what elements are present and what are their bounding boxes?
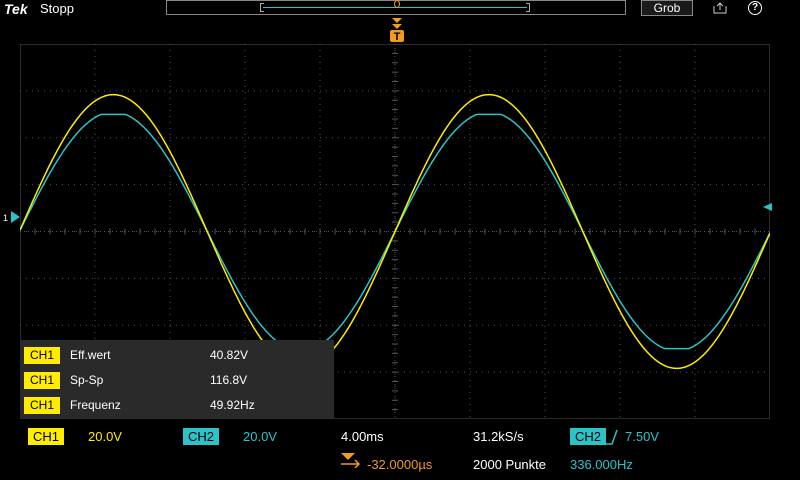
trigger-position[interactable]: -32.0000µs: [367, 456, 432, 473]
measurement-row[interactable]: CH1 Sp-Sp 116.8V: [20, 367, 334, 391]
measurement-value: 40.82V: [210, 348, 249, 362]
record-overview-bar[interactable]: [166, 0, 626, 15]
measurement-value: 116.8V: [210, 373, 248, 387]
ch2-scale[interactable]: 20.0V: [243, 428, 277, 445]
measurement-row[interactable]: CH1 Frequenz 49.92Hz: [20, 392, 334, 416]
acquisition-status[interactable]: Stopp: [40, 1, 74, 16]
trigger-frequency: 336.000Hz: [570, 457, 633, 472]
record-window-right-bracket: [526, 3, 530, 12]
trigger-source-badge[interactable]: CH2: [570, 428, 606, 445]
ch2-badge[interactable]: CH2: [183, 428, 219, 445]
trigger-marker-label: T: [394, 31, 401, 42]
zoom-grob-button[interactable]: Grob: [641, 0, 693, 16]
rising-edge-icon: [606, 429, 618, 445]
measurement-channel-badge: CH1: [24, 397, 60, 414]
measurement-channel-badge: CH1: [24, 347, 60, 364]
ch1-badge[interactable]: CH1: [28, 428, 64, 445]
trigger-offset-arrow-icon: [341, 453, 361, 468]
trigger-level-marker[interactable]: [760, 201, 772, 213]
measurement-value: 49.92Hz: [210, 398, 255, 412]
measurement-channel-badge: CH1: [24, 372, 60, 389]
measurement-row[interactable]: CH1 Eff.wert 40.82V: [20, 342, 334, 366]
measurement-panel: CH1 Eff.wert 40.82V CH1 Sp-Sp 116.8V CH1…: [20, 340, 334, 418]
timebase[interactable]: 4.00ms: [341, 428, 384, 445]
measurement-name: Sp-Sp: [70, 373, 104, 387]
trigger-level[interactable]: 7.50V: [625, 428, 659, 445]
svg-text:1: 1: [3, 213, 8, 223]
export-icon[interactable]: [713, 2, 727, 14]
bottom-settings-bar: CH1 20.0V CH2 20.0V 4.00ms 31.2kS/s CH2 …: [0, 420, 800, 480]
record-length[interactable]: 2000 Punkte: [473, 456, 546, 473]
channel-ground-marker[interactable]: 1: [2, 210, 20, 224]
measurement-name: Eff.wert: [70, 348, 111, 362]
trigger-position-marker[interactable]: T: [389, 18, 405, 42]
help-icon[interactable]: ?: [748, 1, 762, 15]
measurement-name: Frequenz: [70, 398, 121, 412]
ch1-scale[interactable]: 20.0V: [88, 428, 122, 445]
sample-rate[interactable]: 31.2kS/s: [473, 428, 524, 445]
brand-logo: Tek: [4, 1, 28, 17]
top-status-bar: Tek Stopp Grob ?: [0, 0, 800, 18]
trigger-position-overview-marker: [394, 0, 400, 8]
